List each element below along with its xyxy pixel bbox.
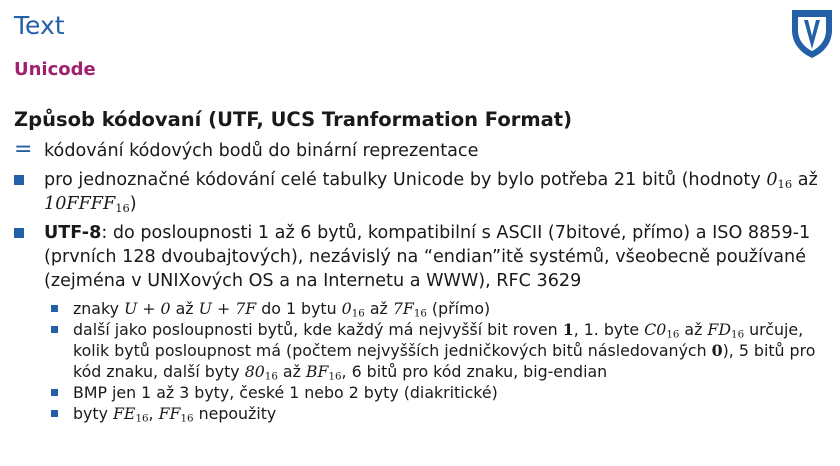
square-bullet-icon — [51, 326, 58, 333]
square-bullet-icon — [51, 389, 58, 396]
sub-bullet-item: BMP jen 1 až 3 byty, české 1 nebo 2 byty… — [51, 382, 834, 403]
slide-title: Text — [14, 11, 65, 40]
slide-subtitle: Unicode — [14, 59, 96, 80]
square-bullet-icon — [14, 175, 24, 185]
square-bullet-icon — [51, 305, 58, 312]
square-bullet-icon — [14, 228, 24, 238]
university-shield-logo-icon — [792, 10, 832, 58]
sub-bullet-item: byty FE16, FF16 nepoužity — [51, 403, 834, 424]
section-heading: Způsob kódovaní (UTF, UCS Tranformation … — [14, 108, 573, 131]
bullet-item-utf8: UTF-8: do posloupnosti 1 až 6 bytů, komp… — [14, 221, 834, 293]
sub-bullet-text: byty FE16, FF16 nepoužity — [73, 404, 277, 425]
sub-bullet-item: znaky U + 0 až U + 7F do 1 bytu 016 až 7… — [51, 298, 834, 319]
definition-text: kódování kódových bodů do binární reprez… — [44, 141, 479, 161]
slide-content: Způsob kódovaní (UTF, UCS Tranformation … — [14, 108, 834, 424]
bullet-text: UTF-8: do posloupnosti 1 až 6 bytů, komp… — [44, 223, 811, 291]
sub-bullet-text: BMP jen 1 až 3 byty, české 1 nebo 2 byty… — [73, 383, 498, 402]
bullet-item-21-bits: pro jednoznačné kódování celé tabulky Un… — [14, 168, 834, 216]
sub-bullet-text: znaky U + 0 až U + 7F do 1 bytu 016 až 7… — [73, 299, 491, 320]
sub-bullet-text: další jako posloupnosti bytů, kde každý … — [73, 320, 816, 383]
bullet-text: pro jednoznačné kódování celé tabulky Un… — [44, 170, 818, 215]
sub-bullet-item: další jako posloupnosti bytů, kde každý … — [51, 319, 834, 382]
equals-bullet-icon: = — [14, 137, 33, 162]
square-bullet-icon — [51, 410, 58, 417]
definition-row: = kódování kódových bodů do binární repr… — [14, 137, 834, 163]
